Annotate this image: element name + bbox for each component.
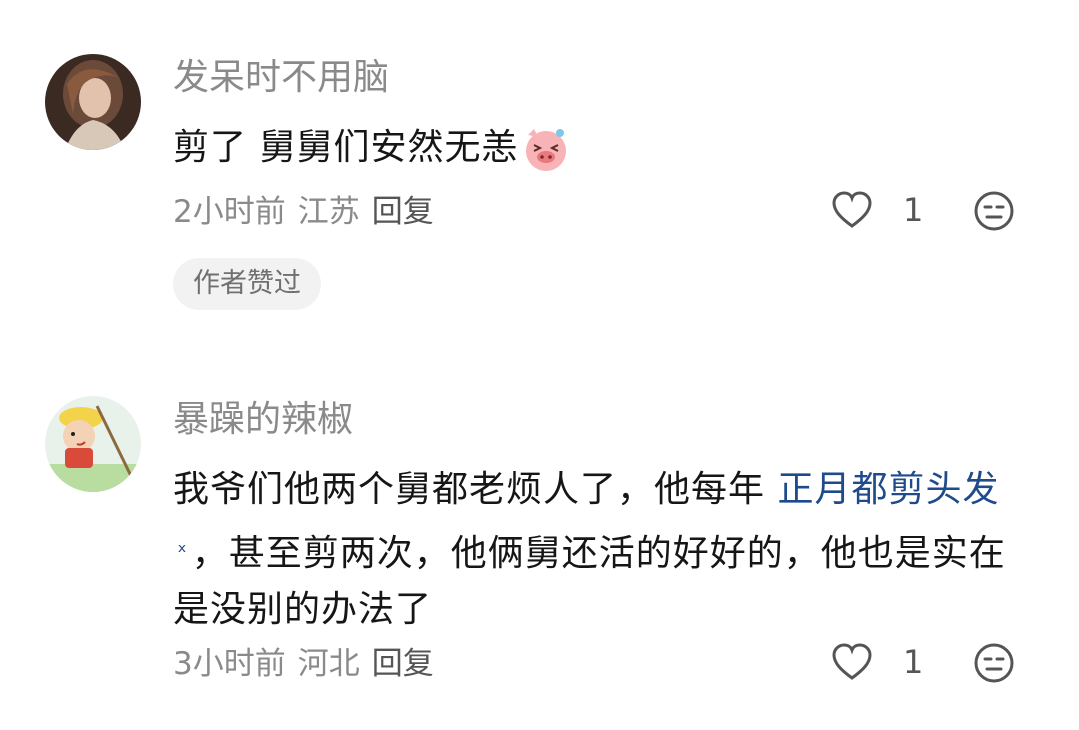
search-link[interactable]: 正月都剪头发 — [777, 469, 999, 510]
comment-location: 江苏 — [297, 194, 360, 230]
avatar[interactable] — [45, 396, 141, 492]
like-count: 1 — [903, 191, 924, 229]
neutral-face-icon — [974, 643, 1014, 683]
search-hint-icon[interactable]: ₓ — [177, 533, 188, 558]
comment-text: 我爷们他两个舅都老烦人了，他每年 正月都剪头发 ₓ ，甚至剪两次，他俩舅还活的好好的… — [173, 462, 1033, 638]
comment-1: 发呆时不用脑 剪了 舅舅们安然无恙 2小时前 江苏 回复 1 作者赞过 — [0, 0, 1079, 330]
comment-meta: 2小时前 江苏 回复 — [173, 192, 446, 232]
comment-text: 剪了 舅舅们安然无恙 — [173, 120, 1033, 176]
dislike-button[interactable] — [973, 642, 1015, 688]
comment-text-body: 剪了 舅舅们安然无恙 — [173, 127, 519, 168]
reply-button[interactable]: 回复 — [372, 646, 434, 682]
cartoon-boy-icon — [45, 396, 141, 492]
like-button[interactable]: 1 — [831, 642, 923, 682]
username[interactable]: 暴躁的辣椒 — [173, 396, 353, 444]
author-liked-badge: 作者赞过 — [173, 258, 321, 310]
laughing-pig-emoji-icon — [526, 129, 567, 171]
comment-meta: 3小时前 河北 回复 — [173, 644, 446, 684]
avatar[interactable] — [45, 54, 141, 150]
comment-time: 2小时前 — [173, 194, 286, 230]
neutral-face-icon — [974, 191, 1014, 231]
heart-icon — [832, 643, 872, 680]
user-photo-icon — [45, 54, 141, 150]
dislike-button[interactable] — [973, 190, 1015, 236]
reply-button[interactable]: 回复 — [372, 194, 434, 230]
username[interactable]: 发呆时不用脑 — [173, 54, 389, 102]
comment-2: 暴躁的辣椒 我爷们他两个舅都老烦人了，他每年 正月都剪头发 ₓ ，甚至剪两次，他俩舅… — [0, 330, 1079, 730]
comment-time: 3小时前 — [173, 646, 286, 682]
comment-text-before: 我爷们他两个舅都老烦人了，他每年 — [173, 469, 778, 510]
comment-text-after: ，甚至剪两次，他俩舅还活的好好的，他也是实在是没别的办法了 — [173, 533, 1006, 630]
heart-icon — [832, 191, 872, 228]
like-button[interactable]: 1 — [831, 190, 923, 230]
like-count: 1 — [903, 643, 924, 681]
comment-location: 河北 — [297, 646, 360, 682]
